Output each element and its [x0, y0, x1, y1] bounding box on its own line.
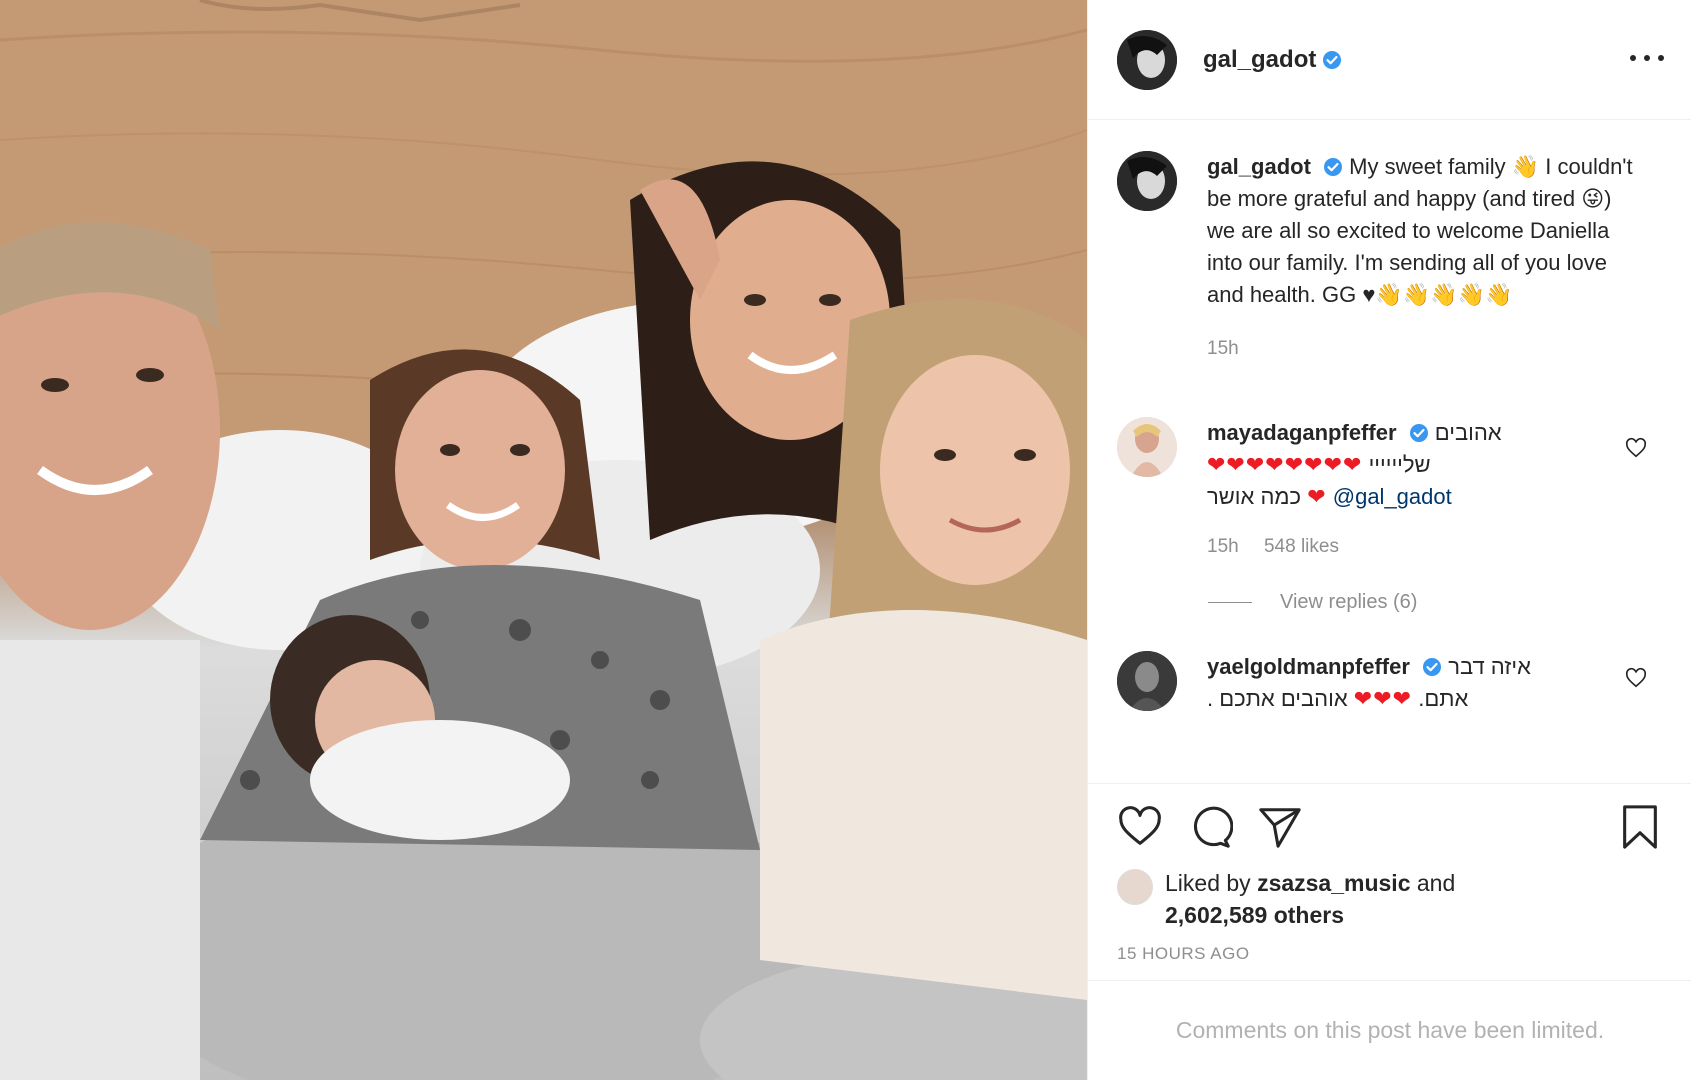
comment-item: yaelgoldmanpfeffer איזה דבר אוהבים אתכם …	[1117, 651, 1677, 715]
family-photo-illustration	[0, 0, 1087, 1080]
replies-divider	[1208, 602, 1252, 603]
view-replies-button[interactable]: View replies (6)	[1208, 591, 1417, 614]
post-header: gal_gadot	[1088, 0, 1691, 120]
commenter-avatar[interactable]	[1117, 651, 1177, 711]
avatar-image	[1117, 417, 1177, 477]
verified-badge-icon	[1423, 658, 1442, 676]
liked-by: Liked by zsazsa_music and 2,602,589 othe…	[1117, 867, 1455, 931]
likes-count[interactable]: 2,602,589 others	[1165, 902, 1344, 928]
comment-meta: 15h 548 likes	[1207, 531, 1587, 563]
post-timestamp[interactable]: 15 HOURS AGO	[1117, 944, 1250, 964]
comment-item: mayadaganpfeffer אהובים ❤❤❤❤❤❤❤❤ שלייייי…	[1117, 417, 1677, 563]
commenter-username[interactable]: mayadaganpfeffer	[1207, 420, 1397, 445]
verified-badge-icon	[1323, 50, 1342, 69]
post-side-panel: gal_gadot gal_gadot My sweet family 👋 I …	[1087, 0, 1691, 1080]
caption-username[interactable]: gal_gadot	[1207, 154, 1311, 179]
commenter-avatar[interactable]	[1117, 417, 1177, 477]
heart-emojis: ❤❤❤	[1353, 686, 1413, 711]
more-icon	[1630, 55, 1636, 61]
like-comment-heart-icon[interactable]	[1625, 437, 1647, 459]
bookmark-icon[interactable]	[1617, 804, 1663, 850]
heart-emojis: ❤❤❤❤❤❤❤❤	[1207, 452, 1363, 477]
liker-avatar[interactable]	[1117, 869, 1153, 905]
comment-text: אוהבים אתכם .	[1207, 686, 1348, 711]
comment-time[interactable]: 15h	[1207, 536, 1239, 557]
liked-by-prefix: Liked by	[1165, 870, 1251, 896]
comment-body: mayadaganpfeffer אהובים ❤❤❤❤❤❤❤❤ שלייייי…	[1207, 417, 1587, 563]
caption: gal_gadot My sweet family 👋 I couldn't b…	[1117, 151, 1677, 365]
liked-by-text: Liked by zsazsa_music and 2,602,589 othe…	[1165, 867, 1455, 931]
author-name-row: gal_gadot	[1203, 46, 1342, 74]
comment-text: איזה דבר	[1448, 654, 1531, 679]
author-avatar[interactable]	[1117, 29, 1177, 90]
post-actions: Liked by zsazsa_music and 2,602,589 othe…	[1088, 783, 1691, 983]
comment-icon[interactable]	[1187, 804, 1233, 850]
comments-limited-notice: Comments on this post have been limited.	[1088, 980, 1691, 1080]
heart-icon[interactable]	[1117, 804, 1163, 850]
liked-by-and: and	[1416, 870, 1456, 896]
caption-meta: 15h	[1207, 333, 1637, 365]
heart-emoji: ❤	[1307, 484, 1327, 509]
mention-link[interactable]: @gal_gadot	[1333, 484, 1452, 509]
avatar-image	[1117, 151, 1177, 211]
caption-time[interactable]: 15h	[1207, 338, 1239, 359]
post-photo[interactable]	[0, 0, 1087, 1080]
comments-list[interactable]: gal_gadot My sweet family 👋 I couldn't b…	[1088, 121, 1691, 783]
avatar-image	[1117, 29, 1177, 90]
like-comment-heart-icon[interactable]	[1625, 667, 1647, 689]
liker-username[interactable]: zsazsa_music	[1257, 870, 1410, 896]
more-options-button[interactable]	[1630, 46, 1664, 70]
comment-text: שליייייי	[1368, 452, 1431, 477]
avatar-image	[1117, 651, 1177, 711]
comment-body: yaelgoldmanpfeffer איזה דבר אוהבים אתכם …	[1207, 651, 1587, 715]
share-icon[interactable]	[1257, 804, 1303, 850]
verified-badge-icon	[1409, 424, 1428, 442]
comment-text: אתם.	[1418, 686, 1469, 711]
caption-avatar[interactable]	[1117, 151, 1177, 211]
comment-text: אהובים	[1434, 420, 1502, 445]
author-username[interactable]: gal_gadot	[1203, 46, 1316, 74]
verified-badge-icon	[1324, 158, 1343, 176]
comment-likes[interactable]: 548 likes	[1264, 536, 1339, 557]
caption-body: gal_gadot My sweet family 👋 I couldn't b…	[1207, 151, 1637, 365]
view-replies-label: View replies (6)	[1280, 591, 1418, 613]
comment-text: כמה אושר	[1207, 484, 1302, 509]
commenter-username[interactable]: yaelgoldmanpfeffer	[1207, 654, 1410, 679]
